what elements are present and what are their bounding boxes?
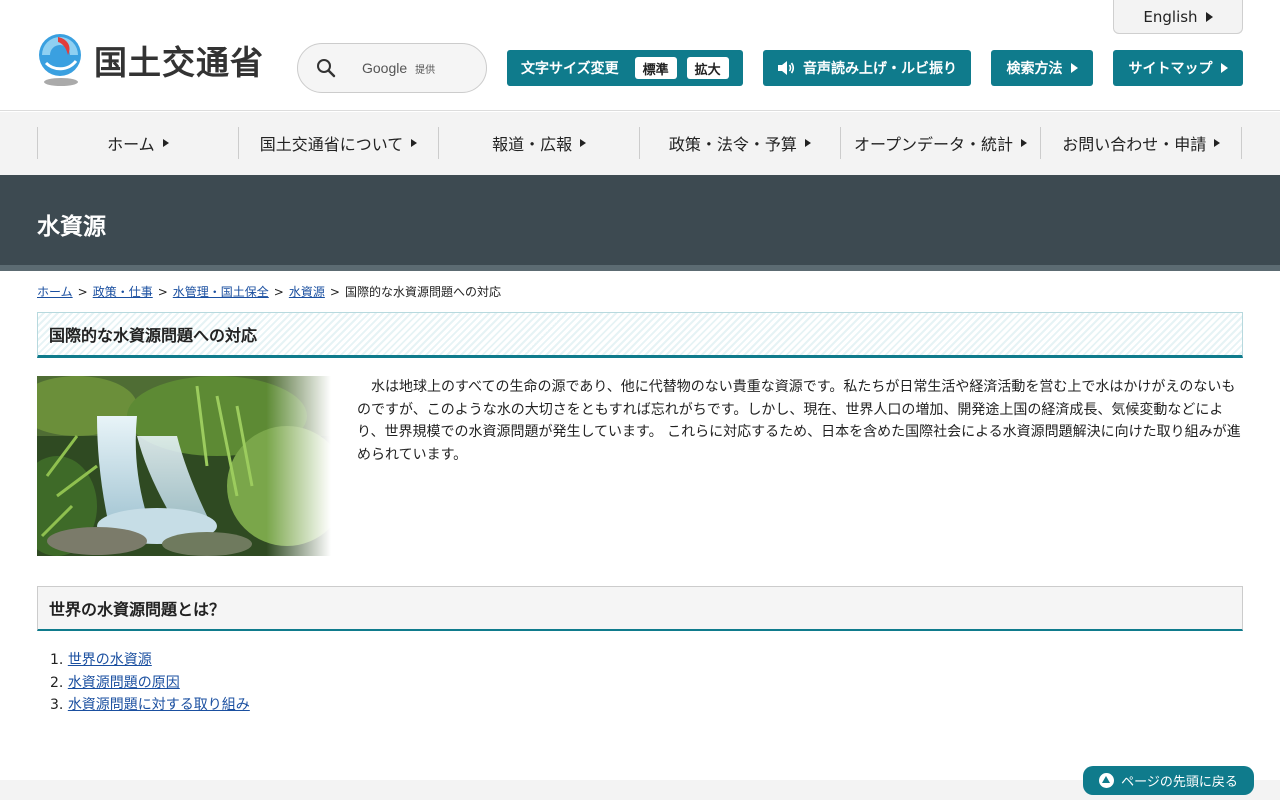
list-item: 2. 水資源問題の原因 [50, 672, 250, 695]
section-heading: 国際的な水資源問題への対応 [37, 312, 1243, 358]
speaker-icon [777, 60, 795, 76]
font-size-control: 文字サイズ変更 標準 拡大 [507, 50, 743, 86]
waterfall-photo [37, 376, 331, 556]
triangle-right-icon [411, 139, 418, 147]
title-band-divider [0, 265, 1280, 271]
gnav-item-label: 報道・広報 [492, 135, 573, 154]
gnav-item-press[interactable]: 報道・広報 [439, 127, 641, 159]
gnav-item-label: 政策・法令・予算 [668, 135, 797, 154]
font-size-large-button[interactable]: 拡大 [686, 57, 729, 79]
gnav-item-opendata[interactable]: オープンデータ・統計 [841, 127, 1042, 159]
google-provided-label: 提供 [415, 64, 436, 76]
breadcrumb-separator: > [329, 285, 340, 299]
english-label: English [1143, 7, 1198, 26]
breadcrumb-separator: > [77, 285, 88, 299]
site-logo[interactable]: 国土交通省 [36, 33, 264, 87]
triangle-right-icon [162, 139, 169, 147]
triangle-right-icon [580, 139, 587, 147]
subsection-heading: 世界の水資源問題とは？ [37, 586, 1243, 631]
logo-text: 国土交通省 [94, 43, 264, 82]
breadcrumb: ホーム > 政策・仕事 > 水管理・国土保全 > 水資源 > 国際的な水資源問題への対応 [37, 283, 501, 300]
site-search[interactable]: Google 提供 [297, 43, 487, 93]
gnav-item-home[interactable]: ホーム [38, 127, 239, 159]
breadcrumb-link-water-resources[interactable]: 水資源 [289, 285, 325, 299]
global-nav: ホーム 国土交通省について 報道・広報 政策・法令・予算 オープンデータ・統計 … [0, 112, 1280, 175]
arrow-up-icon [1099, 773, 1115, 788]
list-number: 3. [50, 697, 64, 713]
triangle-right-icon [1220, 63, 1228, 73]
page-title-band: 水資源 [0, 175, 1280, 265]
gnav-item-label: オープンデータ・統計 [854, 135, 1014, 154]
triangle-right-icon [1205, 11, 1213, 22]
list-item: 3. 水資源問題に対する取り組み [50, 694, 250, 717]
page-top-label: ページの先頭に戻る [1121, 775, 1238, 790]
search-method-label: 検索方法 [1006, 61, 1063, 77]
gnav-item-contact[interactable]: お問い合わせ・申請 [1041, 127, 1243, 159]
mlit-logo-icon [36, 33, 86, 87]
english-link[interactable]: English [1113, 0, 1243, 34]
breadcrumb-separator: > [273, 285, 284, 299]
list-number: 1. [50, 652, 64, 668]
breadcrumb-current: 国際的な水資源問題への対応 [344, 285, 501, 299]
list-item: 1. 世界の水資源 [50, 649, 250, 672]
breadcrumb-link-policy[interactable]: 政策・仕事 [93, 285, 153, 299]
triangle-right-icon [1214, 139, 1221, 147]
topic-list: 1. 世界の水資源 2. 水資源問題の原因 3. 水資源問題に対する取り組み [50, 649, 250, 717]
topic-link-causes[interactable]: 水資源問題の原因 [68, 675, 180, 691]
search-method-button[interactable]: 検索方法 [991, 50, 1093, 86]
page-top-button[interactable]: ページの先頭に戻る [1083, 766, 1254, 795]
gnav-item-label: 国土交通省について [259, 135, 404, 154]
list-number: 2. [50, 674, 64, 691]
gnav-item-policy[interactable]: 政策・法令・予算 [640, 127, 841, 159]
intro-paragraph: 水は地球上のすべての生命の源であり、他に代替物のない貴重な資源です。私たちが日常… [357, 379, 1241, 463]
sitemap-button[interactable]: サイトマップ [1113, 50, 1243, 86]
gnav-item-about[interactable]: 国土交通省について [239, 127, 440, 159]
voice-ruby-label: 音声読み上げ・ルビ振り [803, 61, 957, 77]
font-size-label: 文字サイズ変更 [521, 61, 619, 77]
topic-link-world-water[interactable]: 世界の水資源 [68, 652, 152, 668]
search-icon[interactable] [316, 58, 336, 78]
font-size-standard-button[interactable]: 標準 [634, 57, 677, 79]
breadcrumb-link-home[interactable]: ホーム [37, 285, 73, 299]
triangle-right-icon [804, 139, 811, 147]
gnav-item-label: お問い合わせ・申請 [1062, 135, 1207, 154]
breadcrumb-separator: > [157, 285, 168, 299]
site-header: 国土交通省 English Google 提供 文字サイズ変更 標準 拡大 音声… [0, 0, 1280, 111]
gnav-item-label: ホーム [107, 135, 155, 154]
google-brand: Google [362, 60, 408, 76]
triangle-right-icon [1070, 63, 1078, 73]
sitemap-label: サイトマップ [1128, 61, 1213, 77]
voice-ruby-button[interactable]: 音声読み上げ・ルビ振り [763, 50, 971, 86]
breadcrumb-link-water-management[interactable]: 水管理・国土保全 [173, 285, 269, 299]
triangle-right-icon [1021, 139, 1028, 147]
topic-link-efforts[interactable]: 水資源問題に対する取り組み [68, 697, 250, 713]
page-title: 水資源 [37, 214, 106, 240]
